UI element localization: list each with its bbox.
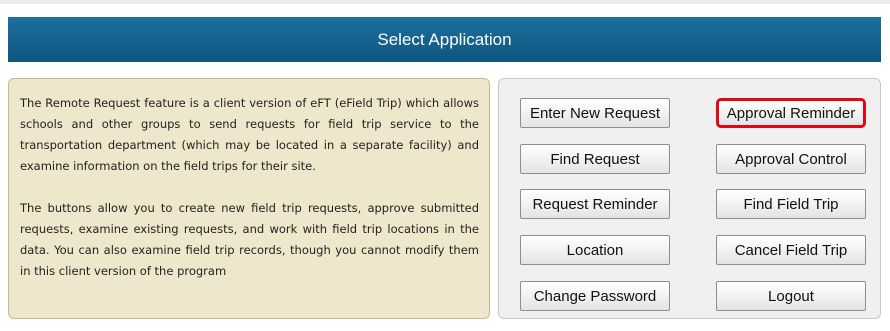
page-title: Select Application [377,29,512,49]
find-field-trip-button[interactable]: Find Field Trip [716,189,866,219]
description-paragraph-2: The buttons allow you to create new fiel… [20,201,479,278]
top-strip [0,0,890,4]
enter-new-request-button[interactable]: Enter New Request [520,98,670,128]
find-request-button[interactable]: Find Request [520,144,670,174]
description-panel: The Remote Request feature is a client v… [8,78,490,319]
change-password-button[interactable]: Change Password [520,281,670,311]
logout-button[interactable]: Logout [716,281,866,311]
page-header: Select Application [8,17,881,62]
request-reminder-button[interactable]: Request Reminder [520,189,670,219]
description-paragraph-1: The Remote Request feature is a client v… [20,96,479,173]
location-button[interactable]: Location [520,235,670,265]
approval-control-button[interactable]: Approval Control [716,144,866,174]
approval-reminder-button[interactable]: Approval Reminder [716,98,866,128]
cancel-field-trip-button[interactable]: Cancel Field Trip [716,235,866,265]
application-buttons-panel: Enter New Request Approval Reminder Find… [498,78,881,319]
